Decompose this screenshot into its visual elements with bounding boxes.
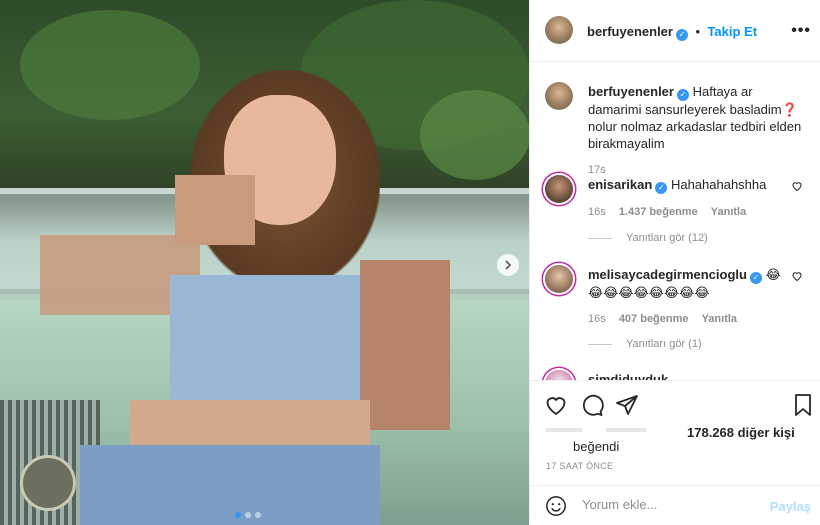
comment-body: enisarikan ✓ Hahahahahshha: [588, 176, 788, 194]
likes-count[interactable]: 178.268 diğer kişi: [687, 425, 795, 440]
emoji-button[interactable]: [545, 495, 567, 522]
carousel-dot: [235, 512, 241, 518]
comment-avatar[interactable]: [545, 175, 573, 203]
pixelated-area: [130, 400, 370, 450]
background-foliage: [20, 10, 200, 120]
heart-icon: [792, 272, 802, 282]
comment-icon: [582, 394, 604, 416]
carousel-dot: [255, 512, 261, 518]
post-comment-button[interactable]: Paylaş: [770, 499, 811, 514]
view-replies-button[interactable]: Yanıtları gör (12): [588, 232, 708, 244]
more-options-icon[interactable]: •••: [791, 22, 811, 40]
pixelated-area: [360, 260, 450, 430]
comment-text: Hahahahahshha: [670, 177, 767, 192]
post-timestamp[interactable]: 17 SAAT ÖNCE: [546, 461, 613, 471]
smiley-icon: [546, 496, 566, 516]
comment-item: simdiduyduk: [588, 371, 668, 380]
caption-avatar[interactable]: [545, 82, 573, 110]
comment-likes[interactable]: 1.437 beğenme: [619, 206, 698, 218]
like-comment-button[interactable]: [791, 180, 803, 195]
verified-icon: ✓: [675, 29, 688, 41]
car-logo-badge: [20, 455, 76, 511]
caption: berfuyenenler ✓ Haftaya ar damarimi sansu…: [588, 83, 803, 176]
comment-time[interactable]: 16s: [588, 206, 606, 218]
carousel-dot: [245, 512, 251, 518]
like-button[interactable]: [544, 393, 568, 417]
background-foliage: [420, 90, 529, 180]
comment-time[interactable]: 16s: [588, 313, 606, 325]
comment-item: enisarikan ✓ Hahahahahshha 16s 1.437 beğe…: [588, 176, 788, 218]
author-username[interactable]: berfuyenenler: [587, 24, 673, 39]
save-button[interactable]: [791, 393, 815, 417]
post-side-panel: berfuyenenler ✓ • Takip Et ••• berfuyenen…: [529, 0, 820, 525]
comment-meta: 16s 1.437 beğenme Yanıtla: [588, 206, 788, 218]
separator-dot: •: [695, 24, 700, 39]
comment-item: melisaycadegirmencioglu ✓ 😂 😂😂😂😂😂😂😂😂 16s …: [588, 266, 793, 325]
comment-input[interactable]: [580, 496, 764, 513]
follow-button[interactable]: Takip Et: [707, 24, 757, 39]
comments-list[interactable]: berfuyenenler ✓ Haftaya ar damarimi sansu…: [530, 62, 820, 380]
comment-username[interactable]: enisarikan: [588, 177, 652, 192]
chevron-right-icon: [505, 260, 512, 270]
comment-avatar[interactable]: [545, 265, 573, 293]
pixelated-name: [606, 428, 646, 432]
view-replies-button[interactable]: Yanıtları gör (1): [588, 338, 702, 350]
share-button[interactable]: [615, 393, 639, 417]
post-actions: [530, 380, 820, 426]
comment-meta: 16s 407 beğenme Yanıtla: [588, 313, 793, 325]
comment-likes[interactable]: 407 beğenme: [619, 313, 689, 325]
caption-body: berfuyenenler ✓ Haftaya ar damarimi sansu…: [588, 83, 803, 152]
caption-username[interactable]: berfuyenenler: [588, 84, 674, 99]
post-image[interactable]: [0, 0, 529, 525]
add-comment-bar: Paylaş: [530, 485, 820, 525]
heart-icon: [792, 182, 802, 192]
liker-avatars[interactable]: [546, 422, 656, 434]
verified-icon: ✓: [676, 89, 689, 101]
verified-icon: ✓: [749, 272, 762, 284]
author-avatar[interactable]: [545, 16, 573, 44]
caption-time[interactable]: 17s: [588, 164, 803, 176]
carousel-dots: [235, 512, 261, 518]
liked-label: beğendi: [573, 439, 620, 454]
bookmark-icon: [795, 394, 811, 416]
pixelated-name: [546, 428, 582, 432]
pixelated-jeans: [80, 445, 380, 525]
comment-body: melisaycadegirmencioglu ✓ 😂 😂😂😂😂😂😂😂😂: [588, 266, 793, 301]
verified-icon: ✓: [655, 182, 668, 194]
post-header: berfuyenenler ✓ • Takip Et •••: [530, 0, 820, 62]
reply-button[interactable]: Yanıtla: [711, 206, 746, 218]
author-line: berfuyenenler ✓ • Takip Et: [587, 23, 757, 41]
next-image-button[interactable]: [497, 254, 519, 276]
like-comment-button[interactable]: [791, 270, 803, 285]
comment-username[interactable]: melisaycadegirmencioglu: [588, 267, 747, 282]
send-icon: [616, 395, 638, 415]
comment-button[interactable]: [580, 393, 604, 417]
comment-avatar[interactable]: [545, 370, 573, 380]
heart-icon: [546, 397, 566, 416]
reply-button[interactable]: Yanıtla: [702, 313, 737, 325]
comment-username[interactable]: simdiduyduk: [588, 372, 668, 380]
